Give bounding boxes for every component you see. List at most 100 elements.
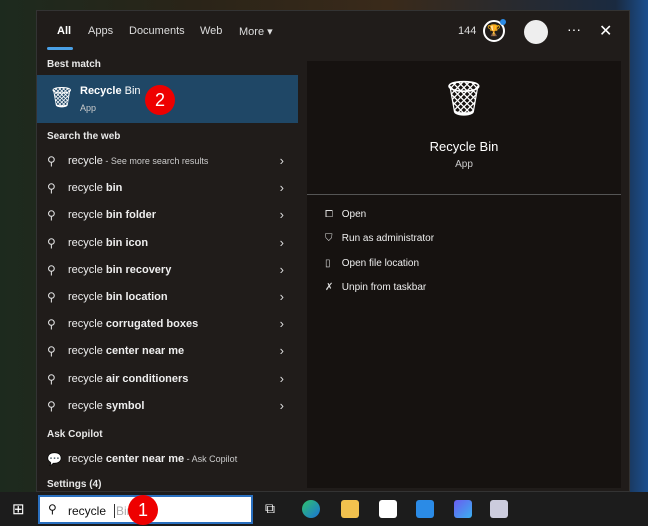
- more-options-icon[interactable]: ···: [567, 21, 581, 37]
- copilot-text: recycle center near me - Ask Copilot: [68, 453, 237, 465]
- taskbar: ⊞ ⚲ recycle Bin 1 ⧉: [0, 492, 648, 526]
- search-typed: recycle: [68, 504, 107, 518]
- search-icon: ⚲: [47, 208, 56, 223]
- best-match-recycle-bin[interactable]: 🗑 Recycle Bin App 2: [37, 75, 298, 123]
- item-text: recycle bin recovery: [68, 264, 171, 276]
- task-view-icon[interactable]: ⧉: [265, 500, 275, 517]
- action-label: Unpin from taskbar: [341, 281, 427, 293]
- search-icon: ⚲: [47, 398, 56, 413]
- tab-all[interactable]: All: [57, 25, 71, 37]
- mail-icon[interactable]: [416, 500, 434, 518]
- chevron-right-icon[interactable]: ›: [280, 316, 284, 331]
- t-pre: recycle: [68, 263, 106, 276]
- item-text: recycle bin: [68, 182, 122, 194]
- recycle-bin-large-icon: 🗑: [442, 80, 486, 118]
- item-text: recycle bin folder: [68, 209, 156, 221]
- t-pre: recycle: [68, 182, 106, 195]
- preview-pane: 🗑 Recycle Bin App ⧠ Open ⛉ Run as adminis…: [307, 61, 621, 488]
- item-text: recycle bin location: [68, 291, 168, 303]
- t-pre: recycle: [68, 453, 106, 465]
- chevron-right-icon[interactable]: ›: [280, 235, 284, 250]
- tab-more-label: More: [239, 26, 265, 38]
- chevron-right-icon[interactable]: ›: [280, 207, 284, 222]
- close-icon[interactable]: ✕: [599, 21, 612, 41]
- best-match-type: App: [80, 103, 97, 113]
- t-post: - Ask Copilot: [184, 454, 238, 464]
- taskbar-search-input[interactable]: ⚲ recycle Bin 1: [38, 495, 253, 525]
- tab-documents[interactable]: Documents: [129, 25, 185, 37]
- preview-title: Recycle Bin: [429, 139, 499, 154]
- copilot-chat-icon: 💬: [47, 452, 62, 466]
- store-icon[interactable]: [379, 500, 397, 518]
- tab-apps[interactable]: Apps: [88, 25, 113, 37]
- action-unpin-from-taskbar[interactable]: ✗ Unpin from taskbar: [325, 282, 426, 293]
- item-text: recycle bin icon: [68, 237, 148, 249]
- t-bold: corrugated boxes: [105, 318, 199, 331]
- action-label: Open: [341, 209, 367, 220]
- item-text: recycle air conditioners: [68, 373, 188, 385]
- chevron-right-icon[interactable]: ›: [280, 398, 284, 413]
- recycle-bin-taskbar-icon[interactable]: [490, 500, 508, 518]
- action-open[interactable]: ⧠ Open: [325, 209, 366, 220]
- t-bold: bin folder: [105, 209, 157, 222]
- chevron-right-icon[interactable]: ›: [280, 289, 284, 304]
- name-rest: Bin: [121, 85, 141, 97]
- search-icon: ⚲: [47, 154, 56, 168]
- chevron-right-icon[interactable]: ›: [280, 343, 284, 358]
- search-icon: ⚲: [47, 262, 56, 277]
- chevron-right-icon[interactable]: ›: [280, 262, 284, 277]
- t-bold: symbol: [105, 399, 145, 412]
- windows-start-icon[interactable]: ⊞: [12, 500, 25, 518]
- active-tab-indicator: [47, 47, 73, 50]
- web-search-item[interactable]: ⚲ recycle bin folder ›: [37, 203, 298, 229]
- preview-type: App: [455, 159, 473, 170]
- search-panel: All Apps Documents Web More ▾ 144 🏆 ··· …: [36, 10, 630, 492]
- t-pre: recycle: [68, 155, 103, 167]
- divider: [307, 194, 621, 195]
- step-badge-1: 1: [128, 495, 158, 525]
- item-text: recycle - See more search results: [68, 155, 208, 167]
- caret-down-icon: ▾: [267, 26, 273, 38]
- t-bold: bin recovery: [105, 263, 172, 276]
- copilot-icon[interactable]: [454, 500, 472, 518]
- chevron-right-icon[interactable]: ›: [280, 180, 284, 195]
- web-search-item[interactable]: ⚲ recycle bin recovery ›: [37, 258, 298, 284]
- search-icon: ⚲: [47, 371, 56, 386]
- web-search-item[interactable]: ⚲ recycle symbol ›: [37, 394, 298, 420]
- web-search-item[interactable]: ⚲ recycle bin icon ›: [37, 231, 298, 257]
- unpin-icon: ✗: [325, 281, 334, 293]
- section-settings[interactable]: Settings (4): [47, 479, 101, 490]
- points-count: 144: [458, 25, 477, 37]
- tab-more[interactable]: More ▾: [239, 25, 273, 38]
- t-pre: recycle: [68, 399, 106, 412]
- notification-dot: [500, 19, 506, 25]
- web-search-item[interactable]: ⚲ recycle - See more search results ›: [37, 149, 298, 175]
- copilot-item[interactable]: 💬 recycle center near me - Ask Copilot: [37, 447, 298, 473]
- t-pre: recycle: [68, 318, 106, 331]
- chevron-right-icon[interactable]: ›: [280, 153, 284, 168]
- web-search-item[interactable]: ⚲ recycle air conditioners ›: [37, 367, 298, 393]
- web-search-item[interactable]: ⚲ recycle bin ›: [37, 176, 298, 202]
- file-explorer-icon[interactable]: [341, 500, 359, 518]
- action-label: Open file location: [341, 257, 420, 269]
- web-search-item[interactable]: ⚲ recycle bin location ›: [37, 285, 298, 311]
- section-best-match: Best match: [47, 59, 101, 70]
- t-pre: recycle: [68, 209, 106, 222]
- recycle-bin-icon: 🗑: [49, 87, 75, 109]
- t-bold: bin icon: [105, 236, 149, 249]
- shield-icon: ⛉: [325, 233, 333, 245]
- search-icon: ⚲: [47, 181, 56, 196]
- web-search-item[interactable]: ⚲ recycle center near me ›: [37, 339, 298, 365]
- web-search-item[interactable]: ⚲ recycle corrugated boxes ›: [37, 312, 298, 338]
- action-run-as-administrator[interactable]: ⛉ Run as administrator: [325, 233, 434, 244]
- edge-icon[interactable]: [302, 500, 320, 518]
- section-search-web: Search the web: [47, 131, 121, 142]
- action-open-file-location[interactable]: ▯ Open file location: [325, 258, 419, 269]
- search-icon: ⚲: [47, 235, 56, 250]
- tab-web[interactable]: Web: [200, 25, 222, 37]
- t-bold: bin: [105, 182, 123, 195]
- item-text: recycle symbol: [68, 400, 144, 412]
- chevron-right-icon[interactable]: ›: [280, 371, 284, 386]
- avatar[interactable]: [524, 20, 548, 44]
- t-bold: center near me: [105, 345, 185, 358]
